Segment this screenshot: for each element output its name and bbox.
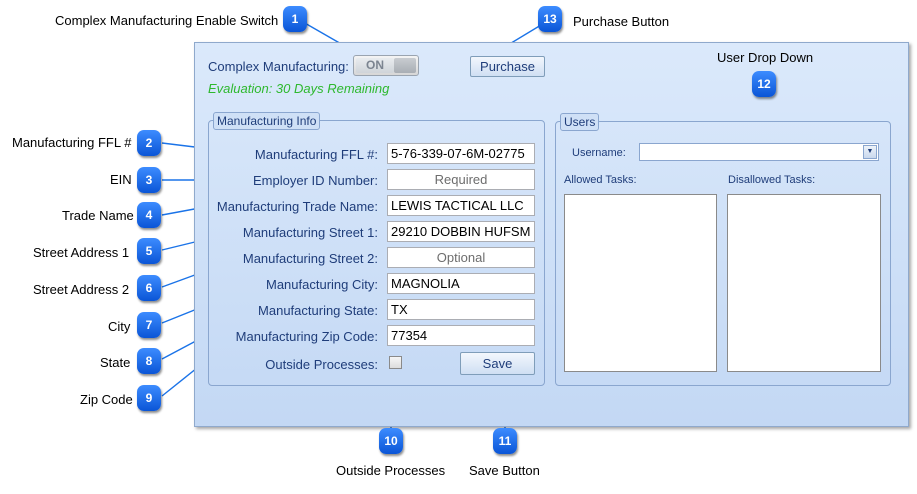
ffl-input[interactable]: 5-76-339-07-6M-02775 <box>387 143 535 164</box>
outside-processes-label: Outside Processes: <box>265 357 378 372</box>
annotation-text-7: City <box>108 319 131 334</box>
annotation-text-11: Save Button <box>469 463 540 478</box>
annotation-badge-7: 7 <box>137 312 161 338</box>
ffl-label: Manufacturing FFL #: <box>254 147 378 162</box>
annotation-text-9: Zip Code <box>80 392 133 407</box>
disallowed-tasks-list[interactable] <box>727 194 881 372</box>
toggle-knob[interactable] <box>394 58 416 73</box>
annotation-text-13: Purchase Button <box>573 14 670 29</box>
street1-input[interactable]: 29210 DOBBIN HUFSM <box>387 221 535 242</box>
ein-label: Employer ID Number: <box>253 173 378 188</box>
ein-input[interactable]: Required <box>387 169 535 190</box>
annotation-text-5: Street Address 1 <box>33 245 130 260</box>
allowed-tasks-label: Allowed Tasks: <box>564 174 637 186</box>
trade-name-input[interactable]: LEWIS TACTICAL LLC <box>387 195 535 216</box>
street1-label: Manufacturing Street 1: <box>242 225 378 240</box>
allowed-tasks-list[interactable] <box>564 194 717 372</box>
annotation-badge-4: 4 <box>137 202 161 228</box>
annotation-text-12: User Drop Down <box>717 50 814 65</box>
manufacturing-info-title: Manufacturing Info <box>213 112 321 130</box>
annotation-text-10: Outside Processes <box>336 463 446 478</box>
annotation-badge-3: 3 <box>137 167 161 193</box>
state-input[interactable]: TX <box>387 299 535 320</box>
city-label: Manufacturing City: <box>266 277 378 292</box>
city-input[interactable]: MAGNOLIA <box>387 273 535 294</box>
annotation-badge-1: 1 <box>283 6 307 32</box>
annotation-badge-12: 12 <box>752 71 776 97</box>
street2-input[interactable]: Optional <box>387 247 535 268</box>
annotation-text-4: Trade Name <box>62 208 134 223</box>
username-label: Username: <box>572 147 626 159</box>
annotation-badge-10: 10 <box>379 428 403 454</box>
annotation-badge-13: 13 <box>538 6 562 32</box>
street2-label: Manufacturing Street 2: <box>242 251 378 266</box>
zip-label: Manufacturing Zip Code: <box>235 329 378 344</box>
state-label: Manufacturing State: <box>258 303 378 318</box>
evaluation-text: Evaluation: 30 Days Remaining <box>208 81 390 96</box>
complex-manufacturing-label: Complex Manufacturing: <box>208 59 349 74</box>
users-title: Users <box>560 113 600 131</box>
trade-name-label: Manufacturing Trade Name: <box>216 199 378 214</box>
annotation-badge-5: 5 <box>137 238 161 264</box>
annotation-badge-9: 9 <box>137 385 161 411</box>
username-dropdown[interactable]: ▼ <box>639 143 879 161</box>
annotation-text-1: Complex Manufacturing Enable Switch <box>55 13 279 28</box>
annotation-text-8: State <box>100 355 131 370</box>
chevron-down-icon[interactable]: ▼ <box>863 145 877 159</box>
purchase-button[interactable]: Purchase <box>470 56 545 77</box>
outside-processes-checkbox[interactable] <box>389 356 402 369</box>
annotation-text-6: Street Address 2 <box>33 282 130 297</box>
zip-input[interactable]: 77354 <box>387 325 535 346</box>
annotation-badge-11: 11 <box>493 428 517 454</box>
annotation-text-3: EIN <box>110 172 132 187</box>
disallowed-tasks-label: Disallowed Tasks: <box>728 174 816 186</box>
toggle-state-label: ON <box>356 58 394 73</box>
annotation-text-2: Manufacturing FFL # <box>12 135 132 150</box>
annotation-badge-8: 8 <box>137 348 161 374</box>
complex-manufacturing-toggle[interactable]: ON <box>353 55 419 76</box>
annotation-badge-6: 6 <box>137 275 161 301</box>
save-button[interactable]: Save <box>460 352 535 375</box>
annotation-badge-2: 2 <box>137 130 161 156</box>
